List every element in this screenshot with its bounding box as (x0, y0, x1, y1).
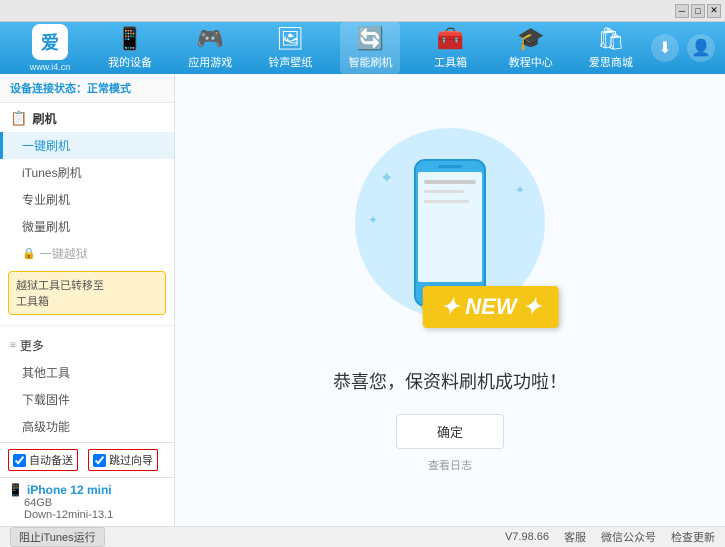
wechat-link[interactable]: 微信公众号 (601, 529, 656, 545)
nav-apps-games-label: 应用游戏 (188, 54, 232, 70)
toolbox-icon: 🧰 (437, 26, 464, 52)
content-area: 设备连接状态：正常模式 📋 刷机 一键刷机 iTunes刷机 专业刷机 微量刷机 (0, 74, 725, 526)
wallpaper-icon: 🖼 (276, 26, 304, 52)
flash-group-header: 📋 刷机 (0, 105, 174, 132)
nav-right-controls: ⬇ 👤 (651, 34, 715, 62)
success-text: 恭喜您，保资料刷机成功啦！ (333, 368, 567, 394)
new-badge: ✦ NEW ✦ (423, 286, 559, 328)
more-label: 更多 (20, 337, 44, 354)
sidebar-item-small-flash[interactable]: 微量刷机 (0, 213, 174, 240)
window-controls[interactable]: ─ □ ✕ (675, 4, 721, 18)
device-info: 📱 iPhone 12 mini 64GB Down-12mini-13.1 (0, 477, 174, 526)
smart-flash-icon: 🔄 (357, 26, 384, 52)
footer: 阻止iTunes运行 V7.98.66 客服 微信公众号 检查更新 (0, 526, 725, 547)
pro-flash-label: 专业刷机 (22, 193, 70, 207)
success-illustration: ✦ ✦ ✦ (350, 128, 550, 348)
sidebar-item-one-key-flash[interactable]: 一键刷机 (0, 132, 174, 159)
download-fw-label: 下载固件 (22, 393, 70, 407)
nav-wallpaper-label: 铃声壁纸 (268, 54, 312, 70)
nav-bar: 📱 我的设备 🎮 应用游戏 🖼 铃声壁纸 🔄 智能刷机 🧰 工具箱 🎓 (90, 22, 651, 74)
notice-text: 越狱工具已转移至工具箱 (16, 280, 104, 308)
lock-icon: 🔒 (22, 247, 36, 260)
store-icon: 🛍 (597, 26, 625, 52)
device-name-text: iPhone 12 mini (27, 483, 112, 497)
nav-tutorials[interactable]: 🎓 教程中心 (501, 22, 561, 74)
version-text: V7.98.66 (505, 531, 549, 543)
sidebar: 设备连接状态：正常模式 📋 刷机 一键刷机 iTunes刷机 专业刷机 微量刷机 (0, 74, 175, 526)
customer-service-link[interactable]: 客服 (564, 529, 586, 545)
nav-my-device-label: 我的设备 (108, 54, 152, 70)
nav-smart-flash-label: 智能刷机 (348, 54, 392, 70)
sidebar-item-other-tools[interactable]: 其他工具 (0, 359, 174, 386)
more-header: ≡ 更多 (0, 332, 174, 359)
sparkle-2: ✦ (515, 183, 525, 197)
restore-button[interactable]: □ (691, 4, 705, 18)
download-button[interactable]: ⬇ (651, 34, 679, 62)
logo-icon: 爱 (32, 24, 68, 60)
itunes-flash-label: iTunes刷机 (22, 166, 82, 180)
status-value: 正常模式 (87, 83, 131, 95)
skip-wizard-checkbox[interactable]: 跳过向导 (88, 449, 158, 471)
nav-store-label: 爱思商城 (589, 54, 633, 70)
phone-icon: 📱 (8, 483, 23, 497)
title-bar: ─ □ ✕ (0, 0, 725, 22)
nav-my-device[interactable]: 📱 我的设备 (100, 22, 160, 74)
sparkle-1: ✦ (380, 168, 393, 188)
sparkle-3: ✦ (368, 213, 378, 227)
nav-wallpaper[interactable]: 🖼 铃声壁纸 (260, 22, 320, 74)
flash-group-label: 刷机 (32, 110, 56, 127)
app-window: 爱 www.i4.cn 📱 我的设备 🎮 应用游戏 🖼 铃声壁纸 🔄 智能刷机 (0, 22, 725, 523)
sidebar-item-pro-flash[interactable]: 专业刷机 (0, 186, 174, 213)
auto-backup-input[interactable] (13, 454, 26, 467)
sidebar-item-advanced[interactable]: 高级功能 (0, 413, 174, 440)
close-button[interactable]: ✕ (707, 4, 721, 18)
my-device-icon: 📱 (116, 26, 143, 52)
sidebar-item-itunes-flash[interactable]: iTunes刷机 (0, 159, 174, 186)
more-section: ≡ 更多 其他工具 下载固件 高级功能 (0, 330, 174, 442)
device-name: 📱 iPhone 12 mini (8, 483, 166, 497)
main-panel: ✦ ✦ ✦ (175, 74, 725, 526)
logo[interactable]: 爱 www.i4.cn (10, 24, 90, 72)
device-firmware: Down-12mini-13.1 (8, 509, 166, 521)
sidebar-item-jailbreak: 🔒 一键越狱 (0, 240, 174, 267)
sidebar-item-download-fw[interactable]: 下载固件 (0, 386, 174, 413)
status-bar: 设备连接状态：正常模式 (0, 74, 174, 103)
notice-box: 越狱工具已转移至工具箱 (8, 271, 166, 315)
auto-backup-checkbox[interactable]: 自动备送 (8, 449, 78, 471)
small-flash-label: 微量刷机 (22, 220, 70, 234)
auto-backup-label: 自动备送 (29, 452, 73, 468)
nav-toolbox[interactable]: 🧰 工具箱 (421, 22, 481, 74)
footer-left: 阻止iTunes运行 (10, 527, 505, 547)
other-tools-label: 其他工具 (22, 366, 70, 380)
skip-wizard-label: 跳过向导 (109, 452, 153, 468)
sidebar-divider (0, 325, 174, 326)
flash-group-icon: 📋 (10, 110, 27, 127)
confirm-button[interactable]: 确定 (396, 414, 504, 449)
logo-url: www.i4.cn (30, 62, 71, 72)
nav-store[interactable]: 🛍 爱思商城 (581, 22, 641, 74)
header: 爱 www.i4.cn 📱 我的设备 🎮 应用游戏 🖼 铃声壁纸 🔄 智能刷机 (0, 22, 725, 74)
flash-section: 📋 刷机 一键刷机 iTunes刷机 专业刷机 微量刷机 🔒 一键越狱 (0, 103, 174, 321)
advanced-label: 高级功能 (22, 420, 70, 434)
nav-apps-games[interactable]: 🎮 应用游戏 (180, 22, 240, 74)
nav-smart-flash[interactable]: 🔄 智能刷机 (340, 22, 400, 74)
account-button[interactable]: 👤 (687, 34, 715, 62)
footer-right: V7.98.66 客服 微信公众号 检查更新 (505, 529, 715, 545)
jailbreak-label: 一键越狱 (40, 245, 88, 262)
skip-wizard-input[interactable] (93, 454, 106, 467)
one-key-flash-label: 一键刷机 (22, 139, 70, 153)
device-storage: 64GB (8, 497, 166, 509)
nav-tutorials-label: 教程中心 (509, 54, 553, 70)
more-icon: ≡ (10, 340, 16, 351)
view-log-link[interactable]: 查看日志 (428, 457, 472, 473)
apps-games-icon: 🎮 (197, 26, 224, 52)
check-update-link[interactable]: 检查更新 (671, 529, 715, 545)
stop-itunes-button[interactable]: 阻止iTunes运行 (10, 527, 105, 547)
sidebar-checkboxes: 自动备送 跳过向导 (0, 442, 174, 477)
minimize-button[interactable]: ─ (675, 4, 689, 18)
nav-toolbox-label: 工具箱 (434, 54, 467, 70)
tutorials-icon: 🎓 (517, 26, 544, 52)
status-label: 设备连接状态： (10, 83, 87, 95)
